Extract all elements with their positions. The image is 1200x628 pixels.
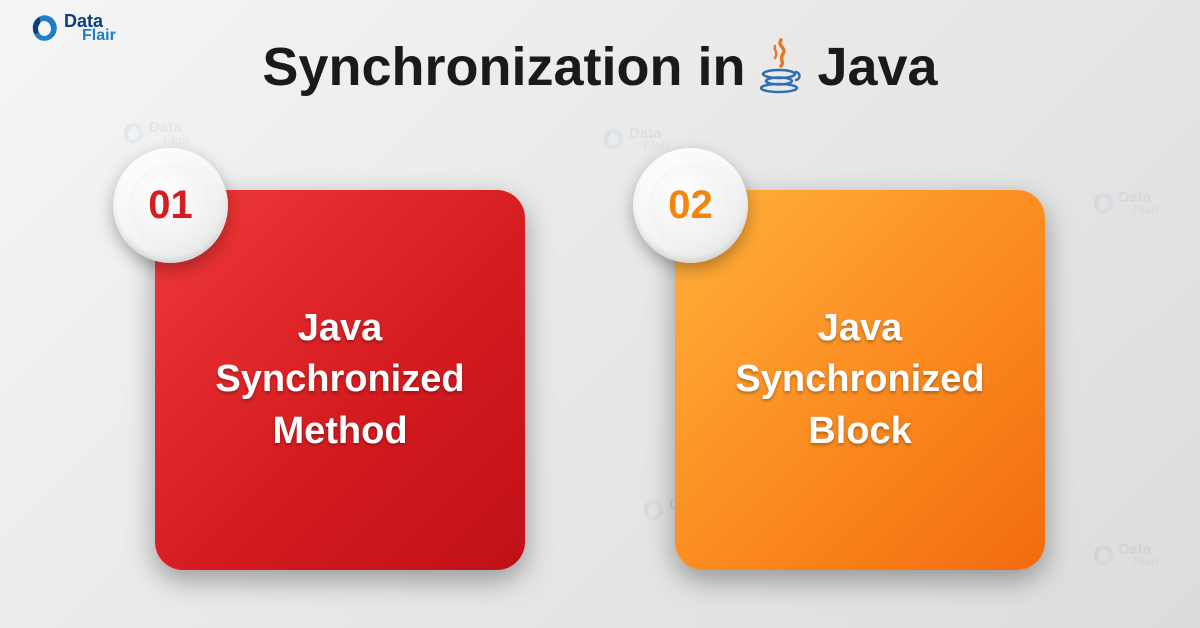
card-synchronized-block: Java Synchronized Block <box>675 190 1045 570</box>
watermark: DataFlair <box>120 120 190 146</box>
card-2-line3: Block <box>808 406 911 457</box>
badge-1-number: 01 <box>128 163 214 249</box>
card-1-line3: Method <box>272 406 407 457</box>
watermark: DataFlair <box>600 126 670 152</box>
card-synchronized-method: Java Synchronized Method <box>155 190 525 570</box>
badge-2: 02 <box>633 148 748 263</box>
card-2-wrap: Java Synchronized Block 02 <box>675 190 1045 570</box>
card-2-line1: Java <box>818 303 903 354</box>
card-1-wrap: Java Synchronized Method 01 <box>155 190 525 570</box>
card-1-line1: Java <box>298 303 383 354</box>
title-prefix: Synchronization in <box>262 36 745 98</box>
badge-1: 01 <box>113 148 228 263</box>
java-icon <box>757 38 805 96</box>
badge-2-number: 02 <box>648 163 734 249</box>
title-suffix: Java <box>817 36 937 98</box>
card-1-line2: Synchronized <box>215 354 464 405</box>
card-2-line2: Synchronized <box>735 354 984 405</box>
page-title: Synchronization in Java <box>0 36 1200 98</box>
cards-container: Java Synchronized Method 01 Java Synchro… <box>0 190 1200 570</box>
